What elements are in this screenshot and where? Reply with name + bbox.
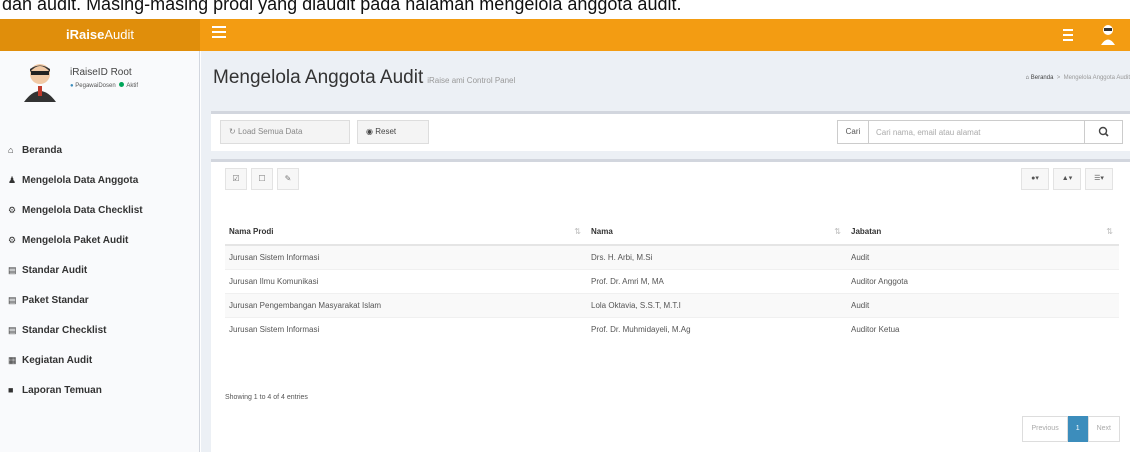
checkbox-checked-icon: ☑ xyxy=(232,174,240,183)
pagination: Previous 1 Next xyxy=(1022,416,1120,442)
breadcrumb-current: Mengelola Anggota Audit xyxy=(1063,75,1130,81)
chart-icon: ▤ xyxy=(8,325,17,335)
cell-nama: Drs. H. Arbi, M.Si xyxy=(587,244,847,269)
chart-icon: ▤ xyxy=(8,295,17,305)
sidebar-item-paket-audit[interactable]: ⚙ Mengelola Paket Audit xyxy=(0,225,200,255)
search-button[interactable] xyxy=(1085,120,1123,144)
table-info: Showing 1 to 4 of 4 entries xyxy=(225,394,308,401)
cell-jabatan: Auditor Anggota xyxy=(847,268,1119,293)
sort-icon: ⇅ xyxy=(834,227,841,236)
user-name: iRaiseID Root xyxy=(70,67,132,78)
export-icon: ●▾ xyxy=(1031,175,1039,182)
pagination-previous[interactable]: Previous xyxy=(1022,416,1068,442)
caption-text: dan audit. Masing-masing prodi yang diau… xyxy=(2,0,682,14)
sidebar-item-kegiatan-audit[interactable]: ▦ Kegiatan Audit xyxy=(0,345,200,375)
columns-dropdown[interactable]: ☰▾ xyxy=(1085,168,1113,190)
calendar-icon: ▦ xyxy=(8,355,17,365)
settings-icon: ⚙ xyxy=(8,235,17,245)
search-input[interactable] xyxy=(869,120,1085,144)
page-title-text: Mengelola Anggota Audit xyxy=(213,67,424,88)
column-header-nama-prodi[interactable]: Nama Prodi ⇅ xyxy=(225,219,587,246)
pagination-next[interactable]: Next xyxy=(1087,416,1120,442)
content-area: Mengelola Anggota Audit iRaise ami Contro… xyxy=(201,51,1130,452)
print-icon: ▲▾ xyxy=(1061,175,1073,182)
sidebar-item-data-checklist[interactable]: ⚙ Mengelola Data Checklist xyxy=(0,195,200,225)
sidebar-item-beranda[interactable]: ⌂ Beranda xyxy=(0,135,200,165)
sidebar-item-data-anggota[interactable]: ♟ Mengelola Data Anggota xyxy=(0,165,200,195)
export-dropdown[interactable]: ●▾ xyxy=(1021,168,1049,190)
cell-nama-prodi: Jurusan Sistem Informasi xyxy=(225,244,587,269)
user-status: ● PegawaiDosen Aktif xyxy=(70,82,138,89)
book-icon: ▤ xyxy=(8,265,17,275)
settings-icon: ⚙ xyxy=(8,205,17,215)
avatar xyxy=(24,64,56,102)
search-label: Cari xyxy=(837,120,869,144)
table-row[interactable]: Jurusan Sistem Informasi Prof. Dr. Muhmi… xyxy=(225,316,1119,341)
cell-nama: Lola Oktavia, S.S.T, M.T.I xyxy=(587,292,847,317)
brand-rest: Audit xyxy=(104,27,134,42)
cell-jabatan: Auditor Ketua xyxy=(847,316,1119,341)
table-box: ☑ ☐ ✎ ●▾ ▲▾ ☰▾ Nama Prodi ⇅ Nama ⇅ Jabatan… xyxy=(211,159,1130,452)
apps-icon[interactable] xyxy=(1063,29,1073,41)
check-all-button[interactable]: ☑ xyxy=(225,168,247,190)
edit-button[interactable]: ✎ xyxy=(277,168,299,190)
folder-icon: ■ xyxy=(8,385,14,395)
cell-nama-prodi: Jurusan Ilmu Komunikasi xyxy=(225,268,587,293)
home-icon: ⌂ xyxy=(8,145,14,155)
table-row[interactable]: Jurusan Sistem Informasi Drs. H. Arbi, M… xyxy=(225,244,1119,269)
cell-nama: Prof. Dr. Muhmidayeli, M.Ag xyxy=(587,316,847,341)
print-dropdown[interactable]: ▲▾ xyxy=(1053,168,1081,190)
online-status-icon xyxy=(119,82,125,87)
reset-button[interactable]: ◉ Reset xyxy=(357,120,429,144)
user-role: PegawaiDosen xyxy=(75,83,116,89)
refresh-icon: ↻ xyxy=(229,127,236,136)
page-title: Mengelola Anggota Audit iRaise ami Contro… xyxy=(213,67,515,89)
brand-logo[interactable]: iRaiseAudit xyxy=(0,19,200,51)
user-status-label: Aktif xyxy=(126,83,138,89)
reset-icon: ◉ xyxy=(366,127,373,136)
table-header-row: Nama Prodi ⇅ Nama ⇅ Jabatan ⇅ xyxy=(225,219,1119,246)
top-navbar: iRaiseAudit xyxy=(0,19,1130,51)
column-header-nama[interactable]: Nama ⇅ xyxy=(587,219,847,246)
user-icon: ● xyxy=(70,83,74,89)
toolbar-box: ↻ Load Semua Data ◉ Reset Cari xyxy=(211,111,1130,151)
user-panel: iRaiseID Root ● PegawaiDosen Aktif xyxy=(0,51,200,107)
hamburger-menu-icon[interactable] xyxy=(212,26,226,42)
load-all-button[interactable]: ↻ Load Semua Data xyxy=(220,120,350,144)
users-icon: ♟ xyxy=(8,175,17,185)
columns-icon: ☰▾ xyxy=(1094,175,1104,182)
sidebar-item-standar-checklist[interactable]: ▤ Standar Checklist xyxy=(0,315,200,345)
members-table: Nama Prodi ⇅ Nama ⇅ Jabatan ⇅ Jurusan Siste… xyxy=(225,219,1119,341)
pagination-page-1[interactable]: 1 xyxy=(1067,416,1088,442)
sidebar-menu: ⌂ Beranda ♟ Mengelola Data Anggota ⚙ Mengel… xyxy=(0,135,200,405)
user-menu-icon[interactable] xyxy=(1100,24,1116,46)
brand-bold: iRaise xyxy=(66,27,105,42)
cell-jabatan: Audit xyxy=(847,292,1119,317)
cell-nama-prodi: Jurusan Sistem Informasi xyxy=(225,316,587,341)
page-subtitle: iRaise ami Control Panel xyxy=(427,76,516,85)
table-row[interactable]: Jurusan Pengembangan Masyarakat Islam Lo… xyxy=(225,292,1119,317)
breadcrumb-home[interactable]: Beranda xyxy=(1031,75,1054,81)
table-row[interactable]: Jurusan Ilmu Komunikasi Prof. Dr. Amri M… xyxy=(225,268,1119,293)
cell-nama-prodi: Jurusan Pengembangan Masyarakat Islam xyxy=(225,292,587,317)
cell-jabatan: Audit xyxy=(847,244,1119,269)
uncheck-all-button[interactable]: ☐ xyxy=(251,168,273,190)
sort-icon: ⇅ xyxy=(574,227,581,236)
pencil-icon: ✎ xyxy=(284,174,292,183)
sidebar-item-laporan-temuan[interactable]: ■ Laporan Temuan xyxy=(0,375,200,405)
sidebar-item-standar-audit[interactable]: ▤ Standar Audit xyxy=(0,255,200,285)
column-header-jabatan[interactable]: Jabatan ⇅ xyxy=(847,219,1119,246)
sort-icon: ⇅ xyxy=(1106,227,1113,236)
cell-nama: Prof. Dr. Amri M, MA xyxy=(587,268,847,293)
sidebar-item-paket-standar[interactable]: ▤ Paket Standar xyxy=(0,285,200,315)
checkbox-empty-icon: ☐ xyxy=(258,174,266,183)
home-icon: ⌂ xyxy=(1025,75,1030,81)
breadcrumb: ⌂ Beranda > Mengelola Anggota Audit xyxy=(1025,75,1130,81)
search-icon xyxy=(1098,126,1109,137)
sidebar: iRaiseID Root ● PegawaiDosen Aktif ⌂ Bera… xyxy=(0,51,200,452)
